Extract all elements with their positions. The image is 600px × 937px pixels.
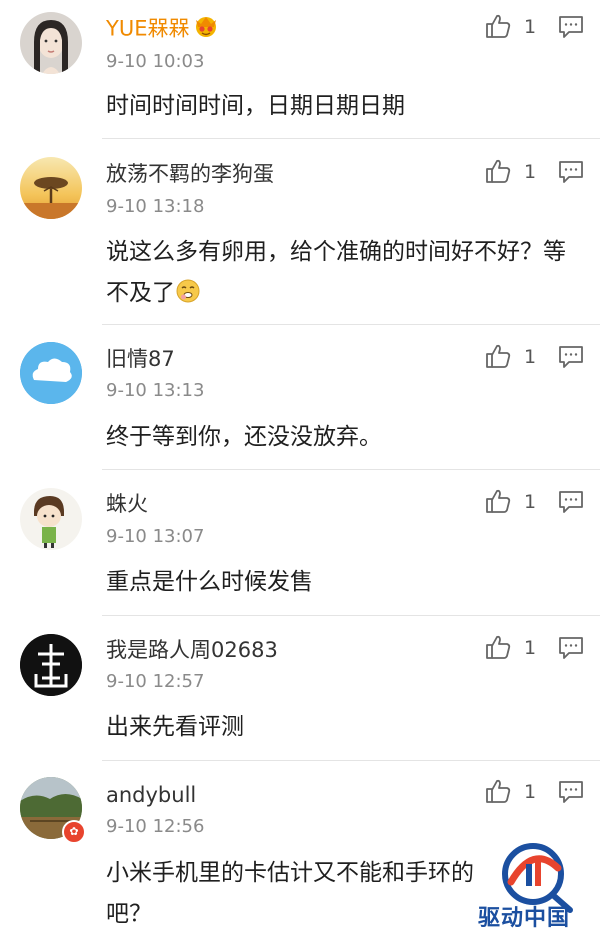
like-count: 1 (524, 491, 537, 513)
crown-emoji-icon (193, 14, 219, 45)
divider (102, 469, 600, 470)
avatar[interactable] (20, 157, 82, 219)
comment-username[interactable]: 旧情87 (106, 345, 175, 373)
comment-bubble-icon[interactable] (557, 634, 585, 662)
thumbs-up-icon[interactable] (484, 12, 512, 40)
comment-username[interactable]: 放荡不羁的李狗蛋 (106, 160, 274, 188)
comment-item: 我是路人周02683 9-10 12:57 出来先看评测 1 (0, 617, 600, 762)
divider (102, 615, 600, 616)
watermark-text: 驱动中国 (478, 906, 571, 931)
avatar[interactable] (20, 12, 82, 74)
like-count: 1 (524, 346, 537, 368)
like-count: 1 (524, 637, 537, 659)
avatar[interactable] (20, 342, 82, 404)
comment-time: 9-10 13:07 (106, 526, 205, 547)
comment-bubble-icon[interactable] (557, 13, 585, 41)
divider (102, 138, 600, 139)
divider (102, 760, 600, 761)
like-count: 1 (524, 161, 537, 183)
comment-time: 9-10 12:57 (106, 671, 205, 692)
comment-text: 出来先看评测 (106, 714, 244, 740)
comment-username[interactable]: andybull (106, 781, 196, 809)
comment-item: 旧情87 9-10 13:13 终于等到你，还没没放弃。 1 (0, 326, 600, 471)
comment-time: 9-10 13:13 (106, 380, 205, 401)
avatar[interactable] (20, 634, 82, 696)
comment-bubble-icon[interactable] (557, 343, 585, 371)
comment-item: YUE槑槑 9-10 10:03 时间时间时间，日期日期日期 1 (0, 0, 600, 140)
comment-time: 9-10 13:18 (106, 196, 205, 217)
comment-bubble-icon[interactable] (557, 488, 585, 516)
thumbs-up-icon[interactable] (484, 342, 512, 370)
comment-time: 9-10 10:03 (106, 51, 205, 72)
like-count: 1 (524, 16, 537, 38)
comment-text: 重点是什么时候发售 (106, 569, 313, 595)
comment-username[interactable]: YUE槑槑 (106, 14, 219, 45)
comment-item: 放荡不羁的李狗蛋 9-10 13:18 说这么多有卵用，给个准确的时间好不好？等… (0, 140, 600, 326)
comment-text: 说这么多有卵用，给个准确的时间好不好？等不及了 (106, 232, 576, 318)
like-count: 1 (524, 781, 537, 803)
thumbs-up-icon[interactable] (484, 157, 512, 185)
comment-username[interactable]: 我是路人周02683 (106, 636, 278, 664)
comment-item: 蛛火 9-10 13:07 重点是什么时候发售 1 (0, 471, 600, 617)
comment-text: 终于等到你，还没没放弃。 (106, 424, 382, 450)
verified-badge: ✿ (62, 820, 86, 844)
avatar[interactable] (20, 488, 82, 550)
comment-text: 时间时间时间，日期日期日期 (106, 93, 405, 119)
thumbs-up-icon[interactable] (484, 777, 512, 805)
comment-time: 9-10 12:56 (106, 816, 205, 837)
comment-bubble-icon[interactable] (557, 778, 585, 806)
divider (102, 324, 600, 325)
comment-bubble-icon[interactable] (557, 158, 585, 186)
comment-username[interactable]: 蛛火 (106, 490, 148, 518)
pleading-face-emoji (175, 277, 201, 318)
comment-text: 小米手机里的卡估计又不能和手环的 吧？ (106, 860, 474, 927)
thumbs-up-icon[interactable] (484, 487, 512, 515)
thumbs-up-icon[interactable] (484, 633, 512, 661)
